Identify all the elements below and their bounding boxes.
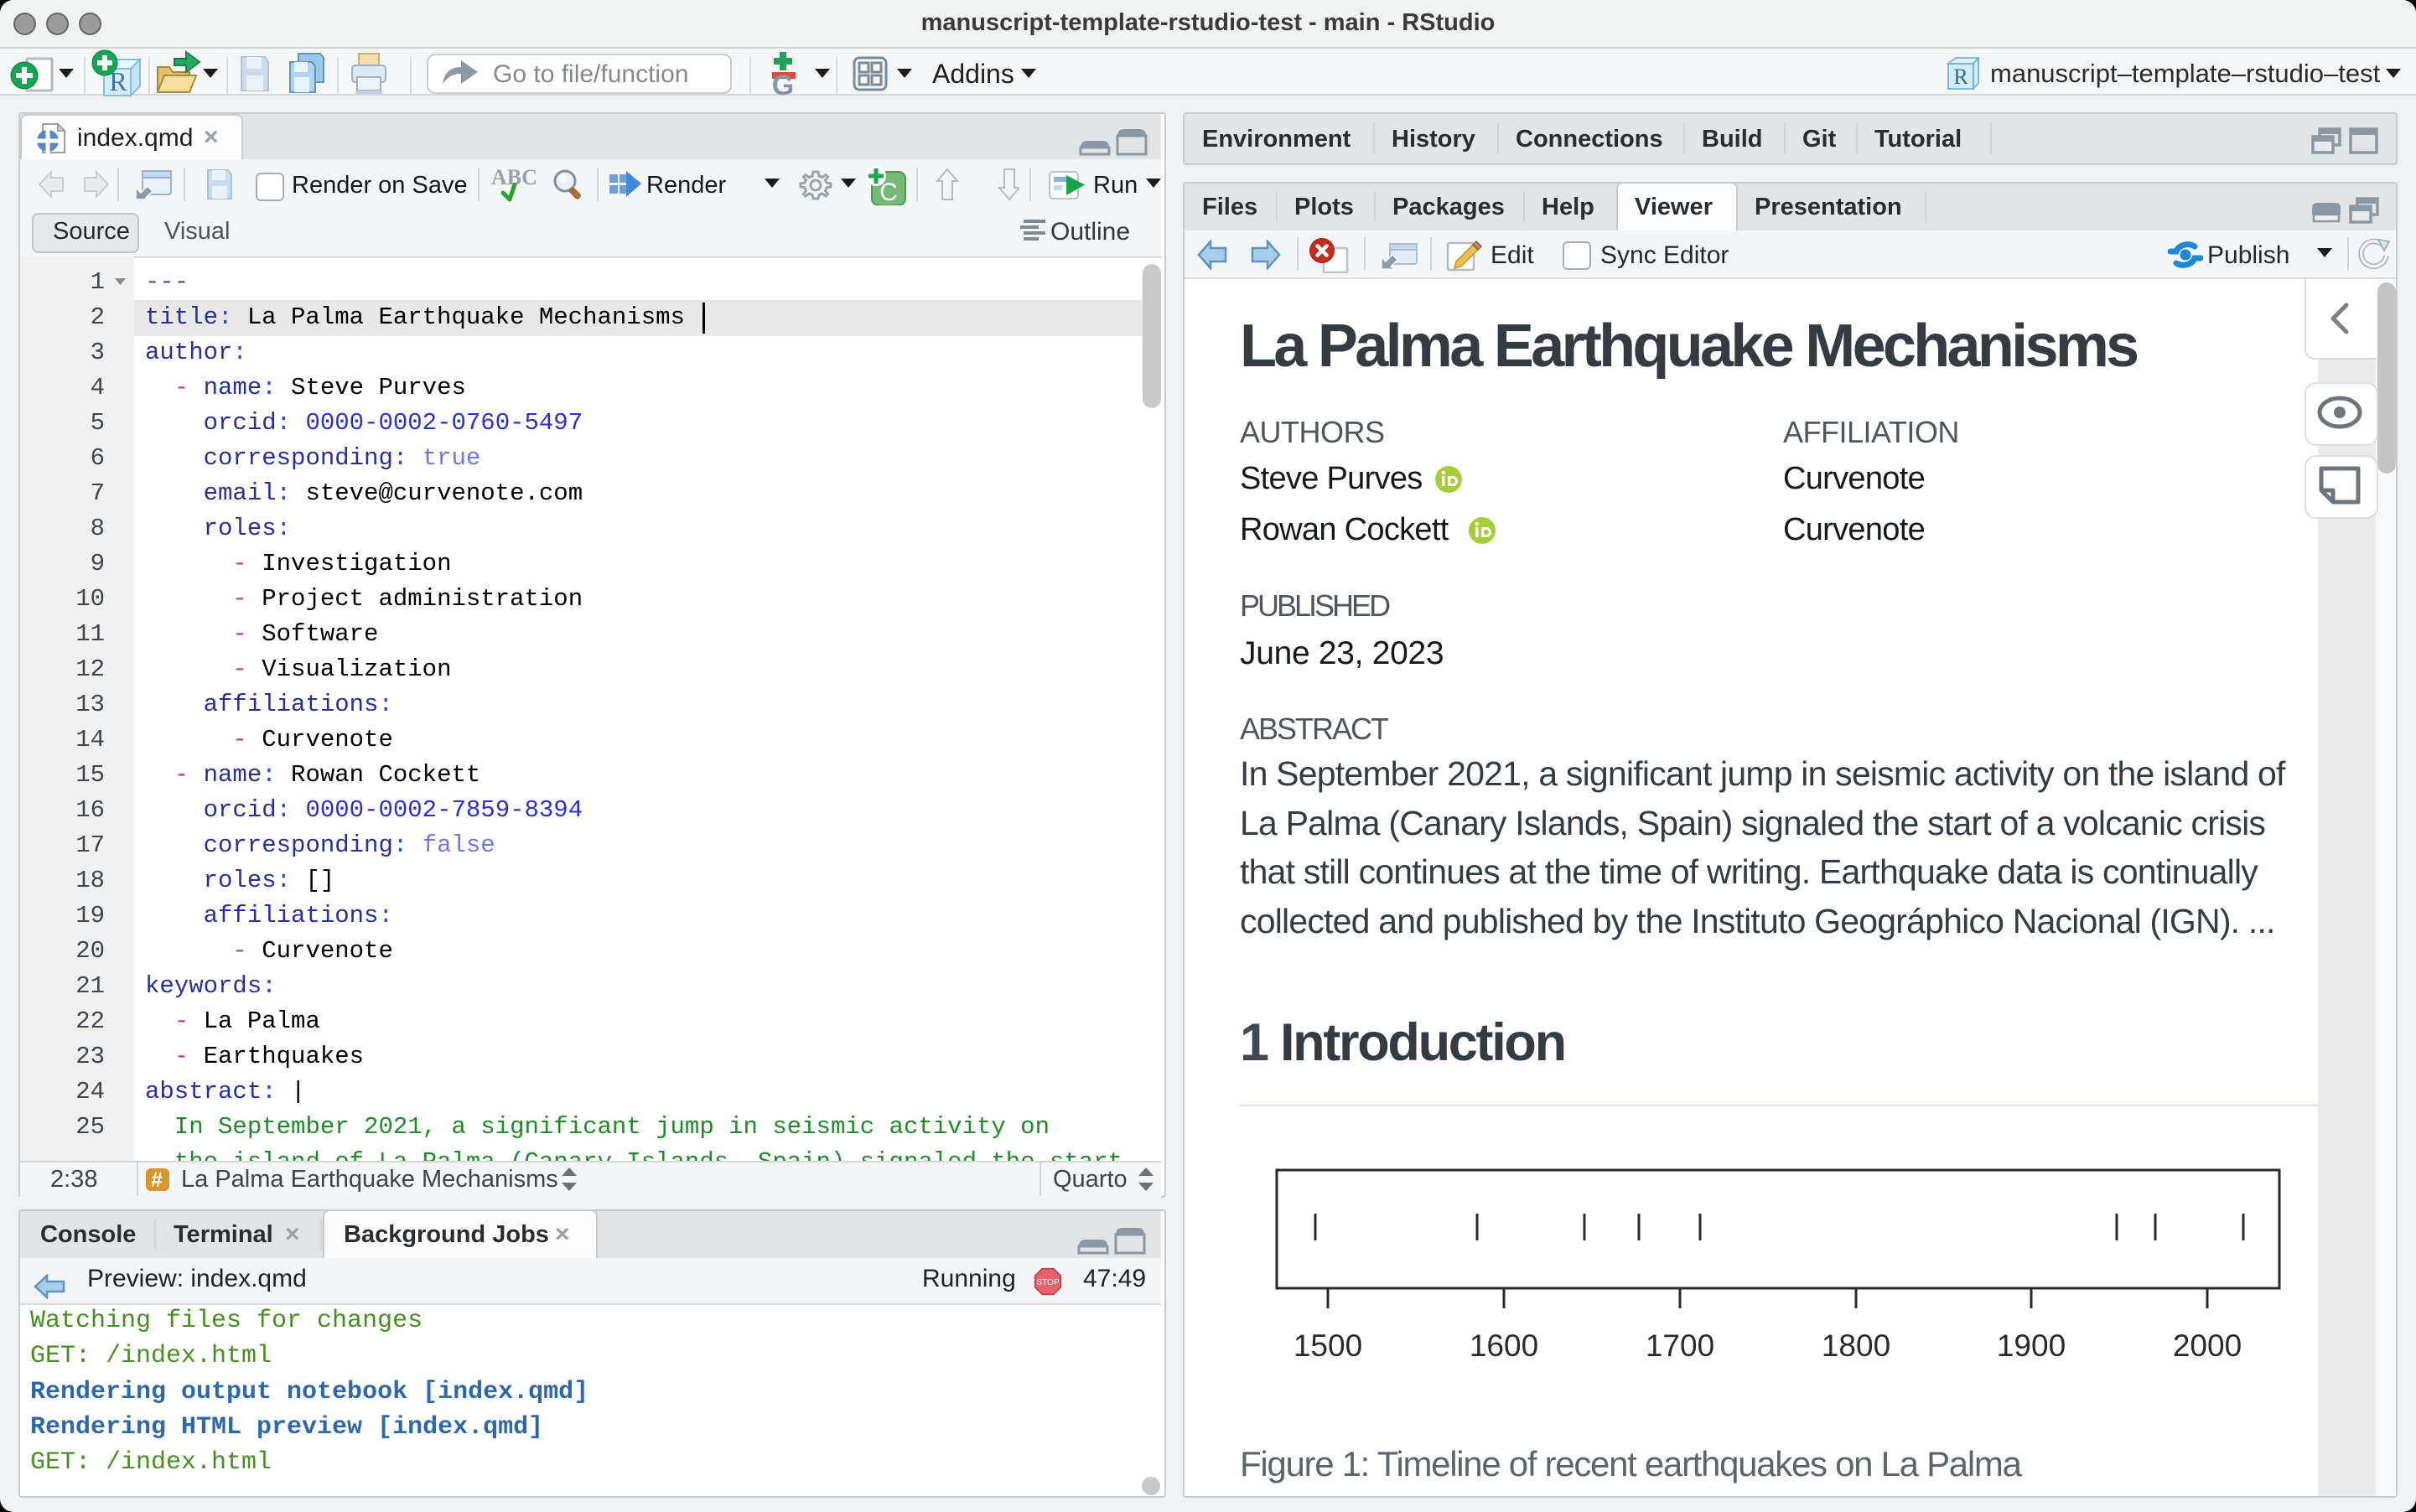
svg-text:2000: 2000 [2173,1328,2242,1363]
svg-text:1800: 1800 [1822,1328,1890,1363]
svg-text:STOP: STOP [1036,1278,1060,1287]
svg-text:1600: 1600 [1470,1328,1538,1363]
svg-text:G: G [772,70,794,96]
svg-text:1900: 1900 [1997,1328,2066,1363]
svg-text:1700: 1700 [1646,1328,1714,1363]
svg-text:1500: 1500 [1294,1328,1362,1363]
svg-text:R: R [1953,65,1968,89]
